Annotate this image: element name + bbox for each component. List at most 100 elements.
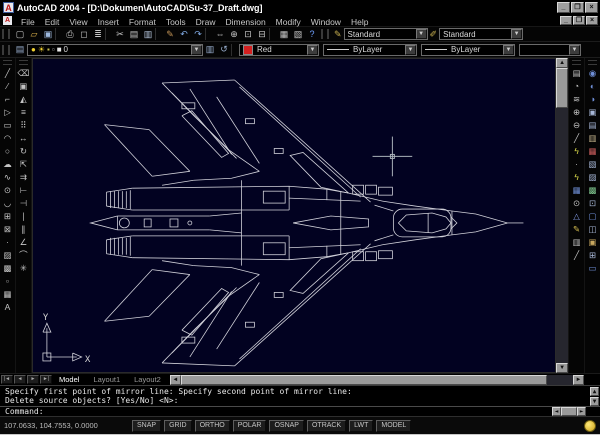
linetype-combo[interactable]: ByLayer ▼ (323, 44, 417, 56)
paste-button[interactable]: ▥ (141, 28, 155, 41)
tool-h-button[interactable]: ⊡ (586, 197, 599, 210)
chevron-down-icon[interactable]: ▼ (503, 45, 514, 55)
trim-button[interactable]: ⊢ (17, 184, 30, 197)
erase-button[interactable]: ⌫ (17, 67, 30, 80)
tool-k-button[interactable]: ▣ (586, 236, 599, 249)
toggle-grid[interactable]: GRID (164, 420, 192, 432)
hatch-button[interactable]: ▨ (1, 249, 14, 262)
circle-ref-button[interactable]: ⊙ (570, 197, 583, 210)
toolbar-grip[interactable] (19, 60, 28, 65)
vertical-scrollbar[interactable]: ▲ ▼ (556, 58, 568, 373)
menu-tools[interactable]: Tools (161, 17, 191, 27)
gradient-button[interactable]: ▩ (1, 262, 14, 275)
toolbar-grip[interactable] (572, 60, 581, 65)
scroll-left-icon[interactable]: ◄ (552, 407, 561, 416)
tool-j-button[interactable]: ◫ (586, 223, 599, 236)
sheet-tool-button[interactable]: ▥ (570, 236, 583, 249)
snap-mid-button[interactable]: ◐ (586, 80, 599, 93)
close-button[interactable]: × (585, 2, 598, 13)
command-window[interactable]: Specify first point of mirror line: Spec… (0, 385, 600, 416)
horizontal-scroll-thumb[interactable] (181, 375, 547, 385)
text-style-combo[interactable]: Standard ▼ (344, 28, 428, 40)
snap-end-button[interactable]: ◉ (586, 67, 599, 80)
pan-button[interactable]: ⇔ (213, 28, 227, 41)
vertical-scroll-thumb[interactable] (556, 68, 568, 108)
offset-button[interactable]: ≡ (17, 106, 30, 119)
spline-button[interactable]: ∿ (1, 171, 14, 184)
layer-manager-button[interactable]: ▤ (13, 43, 27, 56)
designcenter-button[interactable]: ▧ (291, 28, 305, 41)
tool-e-button[interactable]: ▧ (586, 158, 599, 171)
vertical-scroll-track[interactable] (556, 108, 568, 363)
scroll-left-icon[interactable]: ◄ (170, 375, 181, 385)
chevron-down-icon[interactable]: ▼ (307, 45, 318, 55)
point-button[interactable]: · (1, 236, 14, 249)
menu-dimension[interactable]: Dimension (221, 17, 271, 27)
tool-a-button[interactable]: ▣ (586, 106, 599, 119)
toggle-model[interactable]: MODEL (376, 420, 411, 432)
drawing-canvas[interactable]: Y X (32, 58, 556, 373)
menu-format[interactable]: Format (124, 17, 161, 27)
chevron-down-icon[interactable]: ▼ (416, 29, 427, 39)
toggle-lwt[interactable]: LWT (349, 420, 373, 432)
chevron-down-icon[interactable]: ▼ (511, 29, 522, 39)
toggle-otrack[interactable]: OTRACK (307, 420, 346, 432)
array-button[interactable]: ⠿ (17, 119, 30, 132)
tab-layout1[interactable]: Layout1 (86, 375, 127, 384)
point-mark-button[interactable]: · (570, 158, 583, 171)
rotate-button[interactable]: ↻ (17, 145, 30, 158)
tab-layout2[interactable]: Layout2 (127, 375, 168, 384)
coordinate-readout[interactable]: 107.0633, 104.7553, 0.0000 (4, 421, 132, 430)
menu-modify[interactable]: Modify (271, 17, 306, 27)
move-button[interactable]: ↔ (17, 132, 30, 145)
help-button[interactable]: ? (305, 28, 319, 41)
ucs-tri-button[interactable]: △ (570, 210, 583, 223)
first-tab-button[interactable]: |◄ (1, 375, 13, 384)
toggle-ortho[interactable]: ORTHO (195, 420, 230, 432)
minimize-button[interactable]: _ (557, 2, 570, 13)
table-button[interactable]: ▦ (1, 288, 14, 301)
make-layer-current-button[interactable]: ▥ (203, 43, 217, 56)
scroll-up-icon[interactable]: ▲ (590, 387, 599, 396)
layer-previous-button[interactable]: ↺ (217, 43, 231, 56)
zoom-realtime-button[interactable]: ⊕ (227, 28, 241, 41)
save-button[interactable]: ▣ (41, 28, 55, 41)
arc-button[interactable]: ◠ (1, 132, 14, 145)
doc-restore-button[interactable]: ❐ (573, 16, 585, 25)
command-prompt[interactable]: Command: (0, 406, 600, 416)
command-hscroll-thumb[interactable] (561, 407, 577, 416)
horizontal-scrollbar[interactable]: ◄ ► (170, 375, 584, 385)
line-tool-button[interactable]: ╱ (570, 132, 583, 145)
tool-m-button[interactable]: ▭ (586, 262, 599, 275)
named-views-button[interactable]: ▤ (570, 67, 583, 80)
quick-leader-button[interactable]: ϟ (570, 145, 583, 158)
properties-button[interactable]: ▦ (277, 28, 291, 41)
pan-realtime-button[interactable]: ≋ (570, 93, 583, 106)
chevron-down-icon[interactable]: ▼ (191, 45, 202, 55)
dim-style-combo[interactable]: Standard ▼ (439, 28, 523, 40)
zoom-out-button[interactable]: ⊖ (570, 119, 583, 132)
command-scrollbar[interactable]: ▲ ▼ (590, 387, 599, 406)
break-at-point-button[interactable]: ∣ (17, 210, 30, 223)
lineweight-combo[interactable]: ByLayer ▼ (421, 44, 515, 56)
mtext-button[interactable]: A (1, 301, 14, 314)
pencil-tool-button[interactable]: ✎ (570, 223, 583, 236)
polyline-button[interactable]: ⌐ (1, 93, 14, 106)
make-block-button[interactable]: ⊠ (1, 223, 14, 236)
menu-file[interactable]: File (16, 17, 40, 27)
tab-model[interactable]: Model (52, 375, 86, 384)
crosshair-cursor[interactable] (372, 137, 412, 177)
line-button[interactable]: ╱ (1, 67, 14, 80)
snap-int-button[interactable]: ◑ (586, 93, 599, 106)
toolbar-grip[interactable] (588, 60, 597, 65)
plot-preview-button[interactable]: ◻ (77, 28, 91, 41)
insert-block-button[interactable]: ⊞ (1, 210, 14, 223)
toggle-snap[interactable]: SNAP (132, 420, 161, 432)
ellipse-arc-button[interactable]: ◡ (1, 197, 14, 210)
command-hscrollbar[interactable]: ◄ ► (552, 407, 586, 416)
break-button[interactable]: ∥ (17, 223, 30, 236)
menu-draw[interactable]: Draw (191, 17, 221, 27)
publish-button[interactable]: ≣ (91, 28, 105, 41)
tool-l-button[interactable]: ⊞ (586, 249, 599, 262)
undo-button[interactable]: ↶ (177, 28, 191, 41)
